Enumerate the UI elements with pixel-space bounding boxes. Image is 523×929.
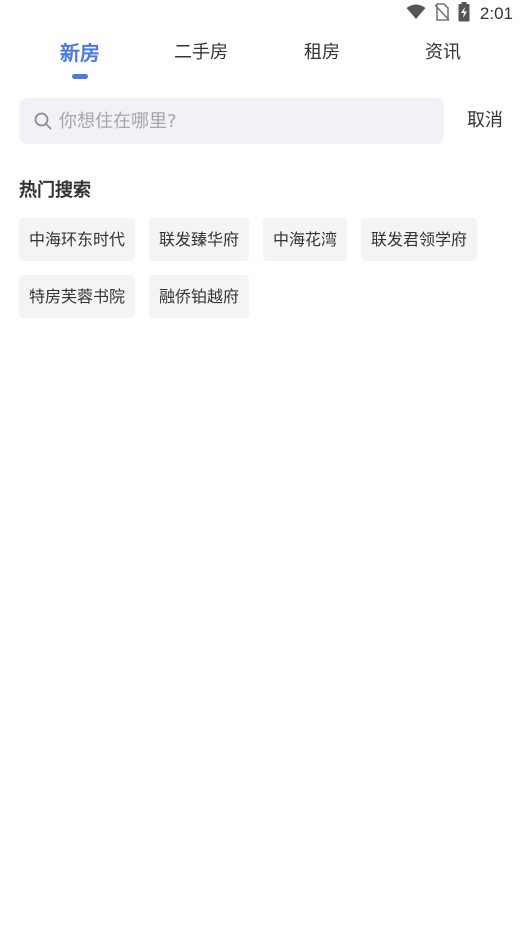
battery-charging-icon <box>458 2 470 26</box>
search-row: 取消 <box>19 98 513 144</box>
wifi-icon <box>406 4 426 24</box>
status-bar: 2:01 <box>0 0 523 30</box>
cancel-button[interactable]: 取消 <box>467 98 503 144</box>
no-sim-icon <box>434 3 450 25</box>
top-tabs: 新房 二手房 租房 资讯 <box>0 36 523 86</box>
tab-label: 新房 <box>60 41 100 65</box>
search-icon <box>34 112 52 130</box>
search-box[interactable] <box>19 98 444 144</box>
hot-search-tag[interactable]: 联发君领学府 <box>361 218 478 261</box>
tab-rental[interactable]: 租房 <box>272 36 372 70</box>
search-input[interactable] <box>59 101 419 141</box>
active-tab-indicator <box>72 74 88 79</box>
hot-search-tag[interactable]: 特房芙蓉书院 <box>19 275 136 318</box>
tab-label: 租房 <box>304 42 340 63</box>
hot-search-tag[interactable]: 中海花湾 <box>263 218 348 261</box>
tab-new-homes[interactable]: 新房 <box>30 36 130 79</box>
tab-label: 资讯 <box>425 42 461 63</box>
status-icons: 2:01 <box>406 2 513 26</box>
hot-search-tags: 中海环东时代 联发臻华府 中海花湾 联发君领学府 特房芙蓉书院 融侨铂越府 <box>19 218 513 318</box>
hot-search-tag[interactable]: 联发臻华府 <box>149 218 250 261</box>
status-time: 2:01 <box>479 4 513 23</box>
hot-search-tag[interactable]: 融侨铂越府 <box>149 275 250 318</box>
tab-second-hand[interactable]: 二手房 <box>151 36 251 70</box>
tab-news[interactable]: 资讯 <box>393 36 493 70</box>
hot-search-tag[interactable]: 中海环东时代 <box>19 218 136 261</box>
tab-label: 二手房 <box>174 42 228 63</box>
hot-search-title: 热门搜索 <box>19 180 91 201</box>
